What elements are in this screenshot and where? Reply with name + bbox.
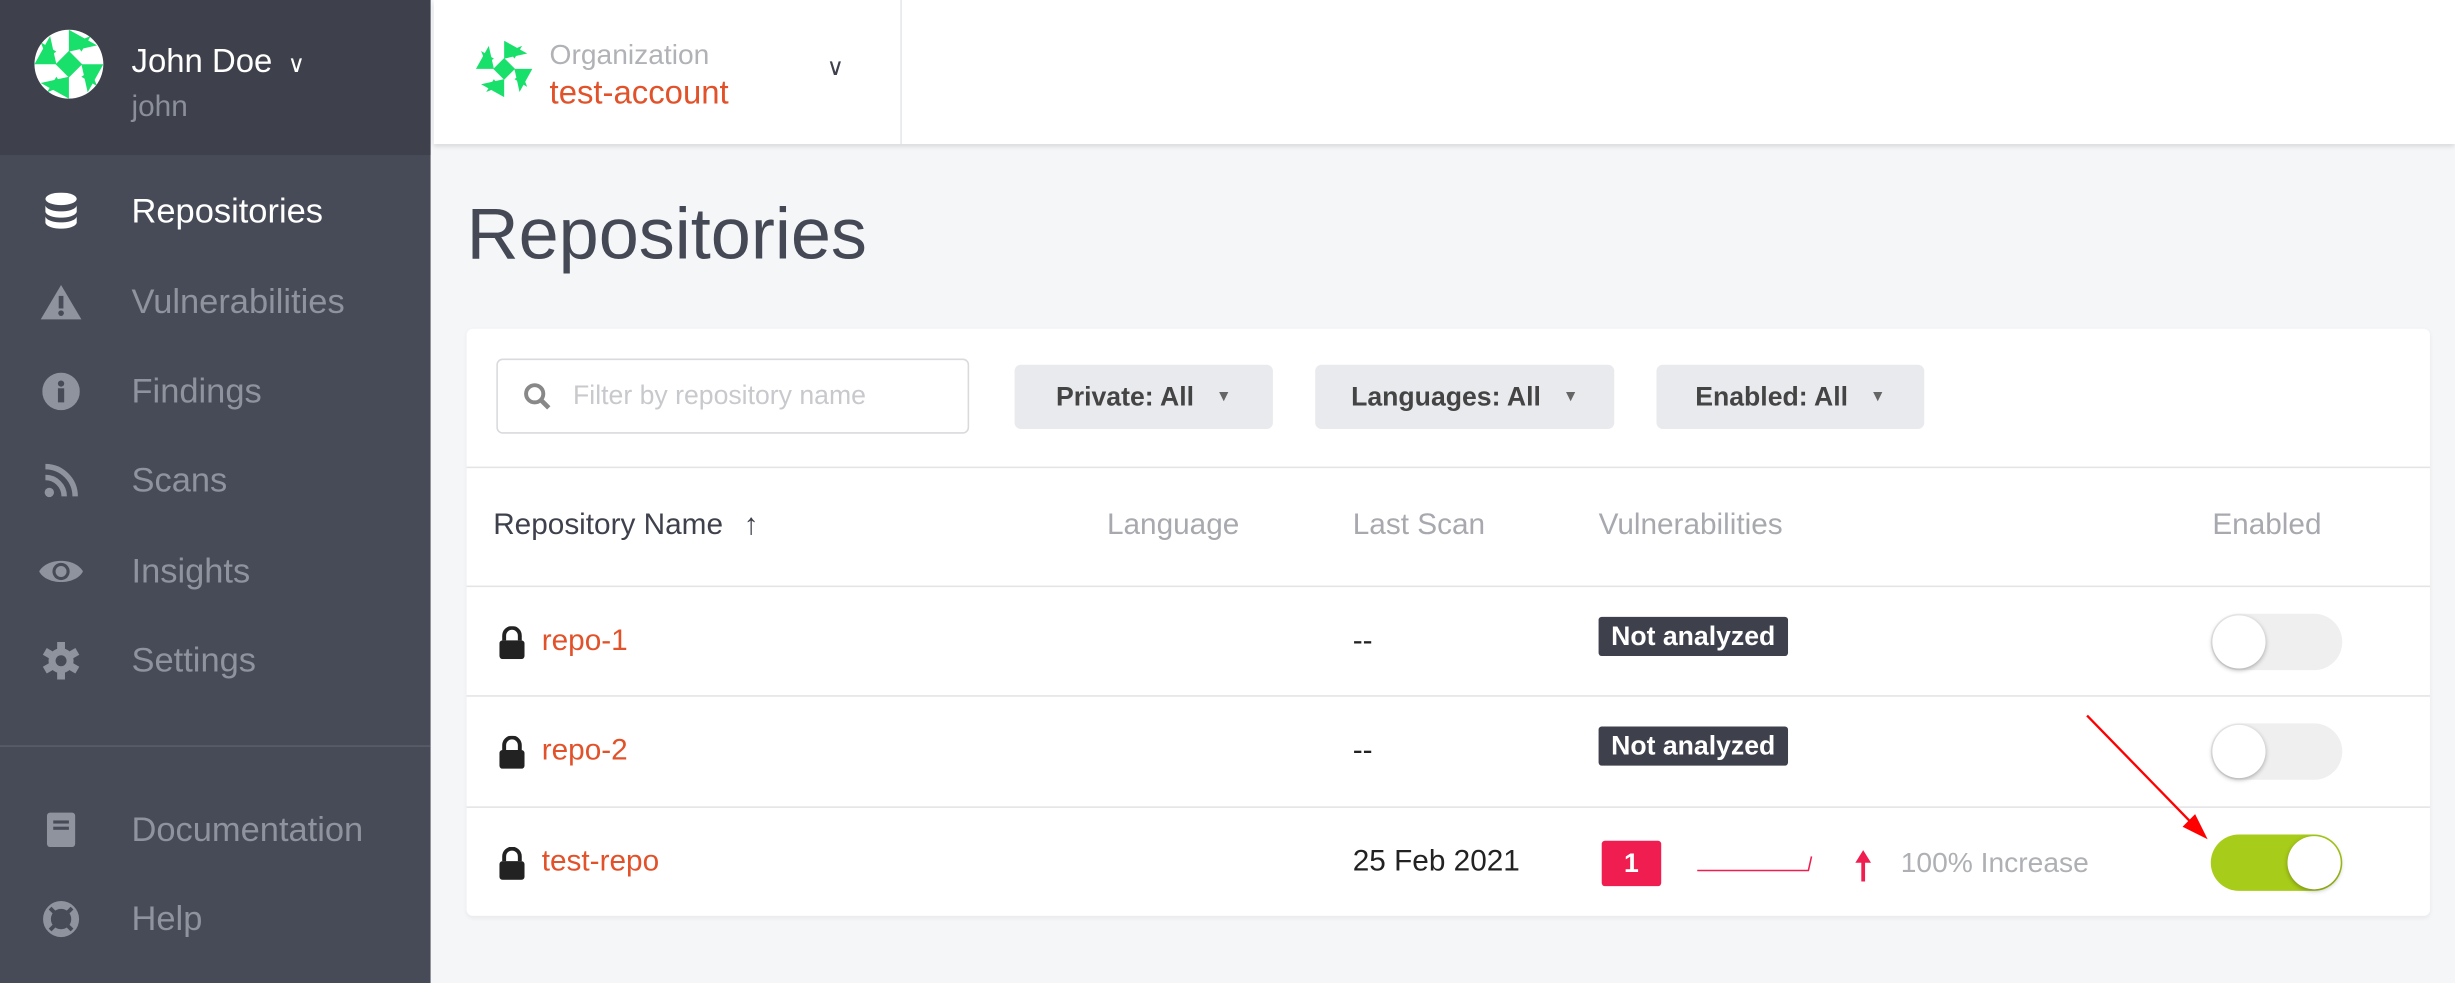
rss-icon xyxy=(38,463,85,498)
private-filter-dropdown[interactable]: Private: All ▼ xyxy=(1014,364,1273,430)
enabled-toggle[interactable] xyxy=(2210,834,2343,891)
sidebar-item-insights[interactable]: Insights xyxy=(0,537,431,606)
sidebar-item-scans[interactable]: Scans xyxy=(0,446,431,515)
organization-selector[interactable]: Organization test-account ∨ xyxy=(434,0,902,145)
repo-link[interactable]: repo-1 xyxy=(542,625,628,659)
last-scan: 25 Feb 2021 xyxy=(1352,845,1520,879)
sidebar-item-vulnerabilities[interactable]: Vulnerabilities xyxy=(0,268,431,337)
enabled-filter-dropdown[interactable]: Enabled: All ▼ xyxy=(1656,364,1925,430)
trend-sparkline xyxy=(1697,856,1813,872)
info-icon xyxy=(38,372,85,411)
last-scan: -- xyxy=(1352,734,1373,768)
sidebar-item-findings[interactable]: Findings xyxy=(0,357,431,426)
status-badge: Not analyzed xyxy=(1598,616,1788,657)
column-header-last-scan[interactable]: Last Scan xyxy=(1353,509,1485,543)
search-box[interactable] xyxy=(496,358,970,434)
search-icon xyxy=(524,383,551,410)
sort-ascending-icon: ↑ xyxy=(743,508,759,542)
vulnerability-count-badge[interactable]: 1 xyxy=(1601,840,1662,887)
column-header-enabled[interactable]: Enabled xyxy=(2212,509,2321,543)
sidebar-item-help[interactable]: Help xyxy=(0,885,431,954)
gear-icon xyxy=(38,641,85,680)
user-menu[interactable]: John Doe ∨ john xyxy=(0,0,431,156)
repo-link[interactable]: repo-2 xyxy=(542,734,628,768)
annotation-arrow xyxy=(2086,714,2208,840)
org-logo xyxy=(475,40,533,98)
sidebar: John Doe ∨ john Repositories Vulnerabili… xyxy=(0,0,431,983)
trend-text: 100% Increase xyxy=(1900,847,2089,879)
caret-down-icon: ▼ xyxy=(1215,388,1232,406)
languages-filter-dropdown[interactable]: Languages: All ▼ xyxy=(1315,364,1615,430)
top-bar: Organization test-account ∨ xyxy=(433,0,2455,145)
arrow-up-icon xyxy=(1855,850,1872,882)
lock-icon xyxy=(499,626,525,660)
user-login: john xyxy=(131,90,188,124)
status-badge: Not analyzed xyxy=(1598,726,1788,766)
eye-icon xyxy=(38,557,85,585)
sidebar-divider xyxy=(0,745,431,747)
warning-icon xyxy=(38,283,85,321)
last-scan: -- xyxy=(1352,624,1373,658)
org-label: Organization xyxy=(549,39,710,71)
sidebar-item-documentation[interactable]: Documentation xyxy=(0,795,431,864)
column-header-vulnerabilities[interactable]: Vulnerabilities xyxy=(1599,509,1783,543)
column-header-repository-name[interactable]: Repository Name ↑ xyxy=(493,509,758,543)
divider xyxy=(466,466,2430,469)
column-header-language[interactable]: Language xyxy=(1107,509,1239,543)
sidebar-item-repositories[interactable]: Repositories xyxy=(0,177,431,246)
app: John Doe ∨ john Repositories Vulnerabili… xyxy=(0,0,2455,983)
chevron-down-icon: ∨ xyxy=(826,54,844,82)
table-row: repo-1 -- Not analyzed xyxy=(467,587,2430,697)
chevron-down-icon: ∨ xyxy=(287,51,305,79)
avatar xyxy=(34,29,104,99)
sidebar-item-settings[interactable]: Settings xyxy=(0,626,431,695)
caret-down-icon: ▼ xyxy=(1562,388,1579,406)
book-icon xyxy=(38,811,85,849)
repo-link[interactable]: test-repo xyxy=(542,845,659,879)
database-icon xyxy=(38,192,85,231)
org-name: test-account xyxy=(549,75,729,112)
enabled-toggle[interactable] xyxy=(2210,723,2343,780)
user-name: John Doe ∨ xyxy=(131,43,305,80)
lock-icon xyxy=(499,735,525,769)
lifebuoy-icon xyxy=(38,900,85,938)
search-input[interactable] xyxy=(569,378,952,414)
enabled-toggle[interactable] xyxy=(2210,613,2343,671)
page-title: Repositories xyxy=(466,192,867,274)
lock-icon xyxy=(499,847,525,880)
caret-down-icon: ▼ xyxy=(1869,388,1886,406)
